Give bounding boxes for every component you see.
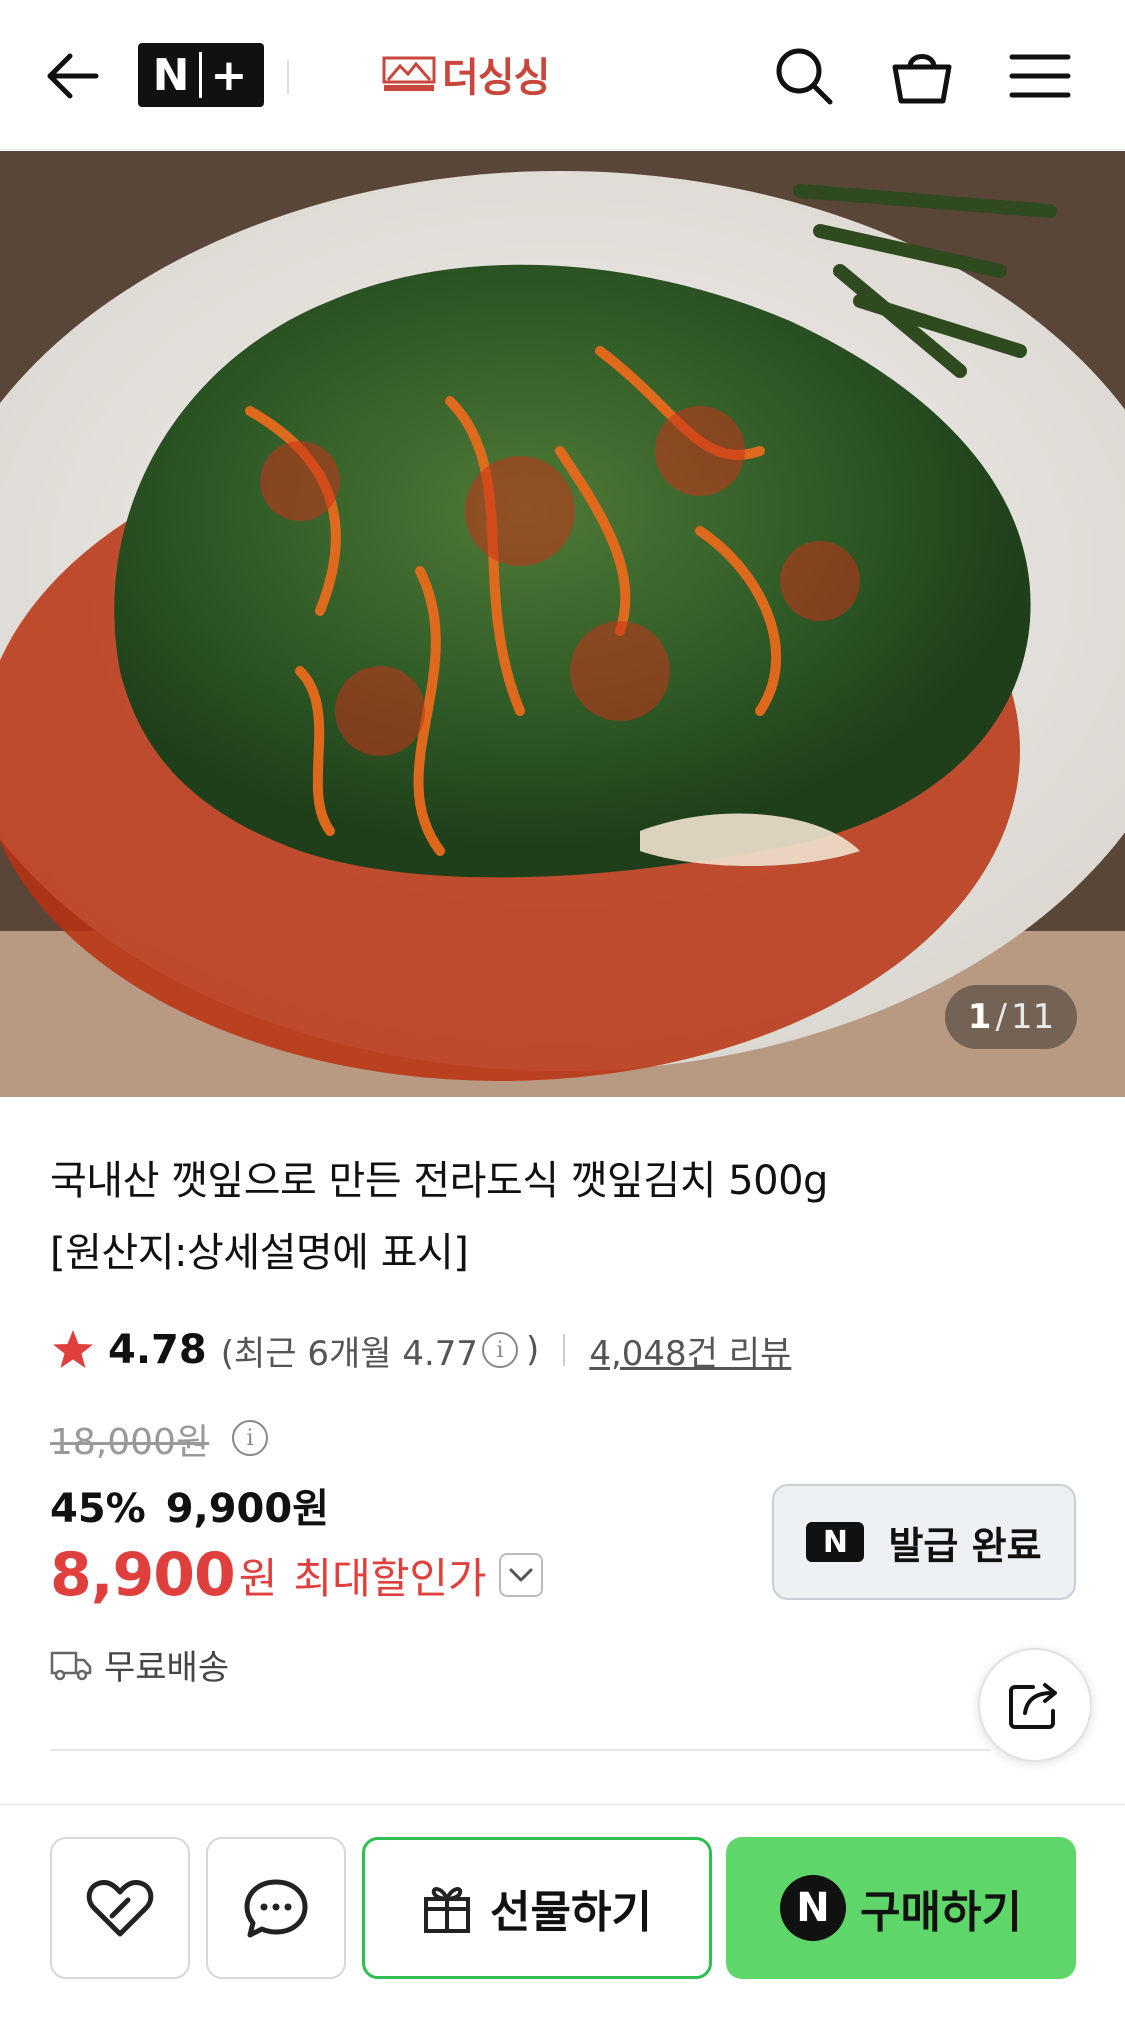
recent-rating-text: (최근 6개월 4.77 xyxy=(220,1333,479,1374)
chevron-down-icon xyxy=(509,1568,533,1582)
gift-button[interactable]: 선물하기 xyxy=(362,1837,712,1979)
coupon-issued-button[interactable]: N 발급 완료 xyxy=(772,1484,1076,1600)
naver-coupon-icon: N xyxy=(806,1522,865,1562)
brand-name: 더싱싱 xyxy=(442,55,550,101)
coupon-label: 발급 완료 xyxy=(888,1523,1042,1568)
search-button[interactable] xyxy=(764,36,844,116)
talk-button[interactable] xyxy=(206,1837,346,1979)
recent-rating: (최근 6개월 4.77 i ) xyxy=(221,1326,540,1375)
counter-separator: / xyxy=(995,997,1007,1037)
review-count-link[interactable]: 4,048건 리뷰 xyxy=(589,1326,791,1375)
max-discount-label: 최대할인가 xyxy=(293,1553,487,1603)
buy-button[interactable]: N 구매하기 xyxy=(726,1837,1076,1979)
bottom-action-bar: 선물하기 N 구매하기 xyxy=(0,1804,1125,2022)
max-discount-price: 8,900 xyxy=(50,1540,236,1610)
wishlist-button[interactable] xyxy=(50,1837,190,1979)
truck-icon xyxy=(50,1651,92,1680)
product-photo xyxy=(0,151,1125,1097)
counter-total: 11 xyxy=(1010,997,1055,1037)
product-title: 국내산 깻잎으로 만든 전라도식 깻잎김치 500g [원산지:상세설명에 표시… xyxy=(50,1145,1070,1289)
info-icon[interactable]: i xyxy=(482,1332,519,1368)
sale-price: 9,900원 xyxy=(165,1486,330,1532)
heart-icon xyxy=(86,1880,154,1937)
naver-pay-icon: N xyxy=(780,1875,847,1941)
menu-button[interactable] xyxy=(1000,36,1080,116)
arrow-left-icon xyxy=(47,53,99,99)
max-discount-toggle[interactable] xyxy=(498,1553,543,1597)
max-discount-row: 8,900 원 최대할인가 xyxy=(50,1540,543,1610)
product-page: N + 더싱싱 1 / 11 국내산 깻잎으로 만든 전라도식 깻잎김치 500… xyxy=(0,0,1125,2022)
price-info-icon[interactable]: i xyxy=(232,1420,268,1456)
section-divider xyxy=(50,1749,990,1751)
product-title-line1: 국내산 깻잎으로 만든 전라도식 깻잎김치 500g xyxy=(50,1158,828,1204)
menu-icon xyxy=(1009,54,1071,98)
counter-current: 1 xyxy=(967,997,992,1037)
shipping-info: 무료배송 xyxy=(50,1640,229,1689)
sale-price-row: 45% 9,900원 xyxy=(50,1476,329,1534)
rating-score: 4.78 xyxy=(108,1327,207,1373)
back-button[interactable] xyxy=(36,36,108,116)
brand-mountain-icon xyxy=(382,56,436,91)
gift-label: 선물하기 xyxy=(490,1887,652,1938)
cart-icon xyxy=(892,54,952,104)
chat-bubble-icon xyxy=(244,1879,308,1938)
discount-percent: 45% xyxy=(50,1486,146,1532)
top-header: N + 더싱싱 xyxy=(0,0,1125,150)
image-counter: 1 / 11 xyxy=(945,985,1077,1049)
rating-row: 4.78 (최근 6개월 4.77 i ) 4,048건 리뷰 xyxy=(50,1320,791,1380)
product-image-gallery[interactable]: 1 / 11 xyxy=(0,151,1125,1097)
buy-label: 구매하기 xyxy=(860,1887,1022,1938)
recent-rating-close: ) xyxy=(526,1330,540,1370)
cart-button[interactable] xyxy=(882,36,962,116)
max-discount-won: 원 xyxy=(238,1553,278,1603)
share-icon xyxy=(1009,1683,1057,1729)
share-button[interactable] xyxy=(978,1648,1092,1762)
store-brand[interactable]: 더싱싱 xyxy=(382,44,550,104)
header-divider xyxy=(287,60,289,94)
product-title-line2: [원산지:상세설명에 표시] xyxy=(50,1230,469,1276)
naver-plus-logo[interactable]: N + xyxy=(138,43,264,107)
original-price: 18,000원 xyxy=(50,1422,210,1463)
gift-icon xyxy=(424,1887,471,1933)
star-icon xyxy=(53,1330,93,1368)
shipping-label: 무료배송 xyxy=(104,1648,230,1688)
rating-divider xyxy=(563,1334,566,1366)
search-icon xyxy=(776,48,833,105)
